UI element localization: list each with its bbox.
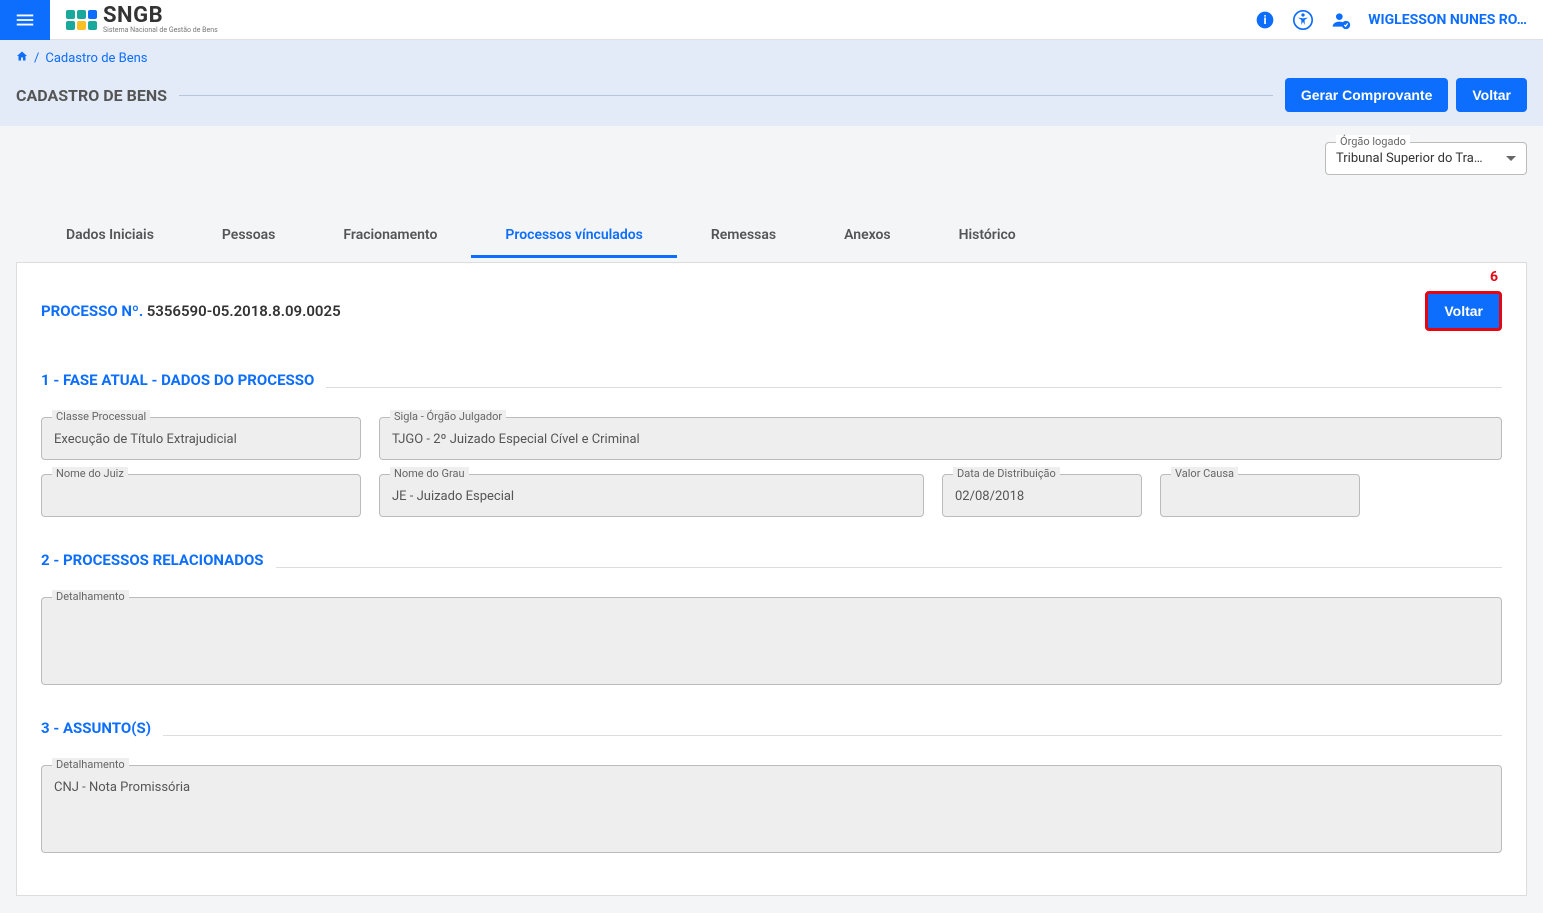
page-title: CADASTRO DE BENS (16, 86, 167, 105)
annotation-number: 6 (1490, 269, 1498, 285)
section-3-title: 3 - ASSUNTO(S) (41, 719, 151, 737)
tab-fracionamento[interactable]: Fracionamento (309, 215, 471, 258)
tab-pessoas[interactable]: Pessoas (188, 215, 309, 258)
sec2-detalhamento-label: Detalhamento (52, 590, 129, 603)
processo-numero-value: 5356590-05.2018.8.09.0025 (147, 302, 341, 320)
sec3-detalhamento-field: Detalhamento CNJ - Nota Promissória (41, 765, 1502, 853)
accessibility-icon[interactable] (1292, 9, 1314, 31)
sigla-orgao-value: TJGO - 2º Juizado Especial Cível e Crimi… (392, 432, 640, 447)
orgao-logado-value: Tribunal Superior do Tra… (1336, 151, 1483, 166)
sigla-orgao-field: Sigla - Órgão Julgador TJGO - 2º Juizado… (379, 417, 1502, 460)
logo[interactable]: SNGB Sistema Nacional de Gestão de Bens (50, 5, 234, 34)
page-rule (179, 95, 1273, 96)
sec3-detalhamento-value: CNJ - Nota Promissória (54, 780, 190, 795)
page-header: CADASTRO DE BENS Gerar Comprovante Volta… (0, 72, 1543, 126)
nome-grau-label: Nome do Grau (390, 467, 469, 480)
section-2-rule (276, 567, 1502, 568)
gerar-comprovante-button[interactable]: Gerar Comprovante (1285, 78, 1448, 112)
orgao-logado-select[interactable]: Órgão logado Tribunal Superior do Tra… (1325, 142, 1527, 175)
breadcrumb-crumb[interactable]: Cadastro de Bens (45, 51, 147, 66)
user-name[interactable]: WIGLESSON NUNES RO… (1368, 12, 1527, 28)
classe-processual-field: Classe Processual Execução de Título Ext… (41, 417, 361, 460)
tab-processos-vinculados[interactable]: Processos vínculados (471, 215, 676, 258)
nome-grau-field: Nome do Grau JE - Juizado Especial (379, 474, 924, 517)
tab-panel: PROCESSO Nº. 5356590-05.2018.8.09.0025 6… (16, 262, 1527, 896)
svg-text:i: i (1264, 13, 1267, 27)
hamburger-icon (14, 9, 36, 31)
nome-juiz-field: Nome do Juiz (41, 474, 361, 517)
classe-processual-label: Classe Processual (52, 410, 150, 423)
voltar-header-button[interactable]: Voltar (1456, 78, 1527, 112)
chevron-down-icon (1506, 156, 1516, 161)
processo-numero-label: PROCESSO Nº. (41, 302, 143, 320)
nome-juiz-label: Nome do Juiz (52, 467, 128, 480)
tab-dados-iniciais[interactable]: Dados Iniciais (32, 215, 188, 258)
user-check-icon[interactable] (1330, 9, 1352, 31)
tab-anexos[interactable]: Anexos (810, 215, 925, 258)
breadcrumb-separator: / (34, 51, 39, 66)
breadcrumb: / Cadastro de Bens (16, 50, 1527, 66)
classe-processual-value: Execução de Título Extrajudicial (54, 432, 237, 447)
sec3-detalhamento-label: Detalhamento (52, 758, 129, 771)
nome-grau-value: JE - Juizado Especial (392, 489, 514, 504)
orgao-logado-label: Órgão logado (1336, 135, 1410, 148)
data-distribuicao-field: Data de Distribuição 02/08/2018 (942, 474, 1142, 517)
logo-mark (66, 10, 97, 30)
topbar-actions: i WIGLESSON NUNES RO… (1238, 9, 1543, 31)
valor-causa-field: Valor Causa (1160, 474, 1360, 517)
home-icon[interactable] (16, 50, 28, 66)
logo-subtitle: Sistema Nacional de Gestão de Bens (103, 27, 218, 34)
tabs: Dados Iniciais Pessoas Fracionamento Pro… (0, 175, 1543, 258)
sec2-detalhamento-field: Detalhamento (41, 597, 1502, 685)
topbar: SNGB Sistema Nacional de Gestão de Bens … (0, 0, 1543, 40)
sigla-orgao-label: Sigla - Órgão Julgador (390, 410, 506, 423)
logo-title: SNGB (103, 5, 218, 27)
section-3-rule (163, 735, 1502, 736)
info-icon[interactable]: i (1254, 9, 1276, 31)
section-1-title: 1 - FASE ATUAL - DADOS DO PROCESSO (41, 371, 314, 389)
data-distribuicao-value: 02/08/2018 (955, 489, 1024, 504)
tab-historico[interactable]: Histórico (925, 215, 1050, 258)
tab-remessas[interactable]: Remessas (677, 215, 810, 258)
valor-causa-label: Valor Causa (1171, 467, 1238, 480)
menu-button[interactable] (0, 0, 50, 40)
voltar-detail-button[interactable]: Voltar (1425, 291, 1502, 331)
data-distribuicao-label: Data de Distribuição (953, 467, 1060, 480)
section-1-rule (326, 387, 1502, 388)
logo-text: SNGB Sistema Nacional de Gestão de Bens (103, 5, 218, 34)
section-2-title: 2 - PROCESSOS RELACIONADOS (41, 551, 264, 569)
